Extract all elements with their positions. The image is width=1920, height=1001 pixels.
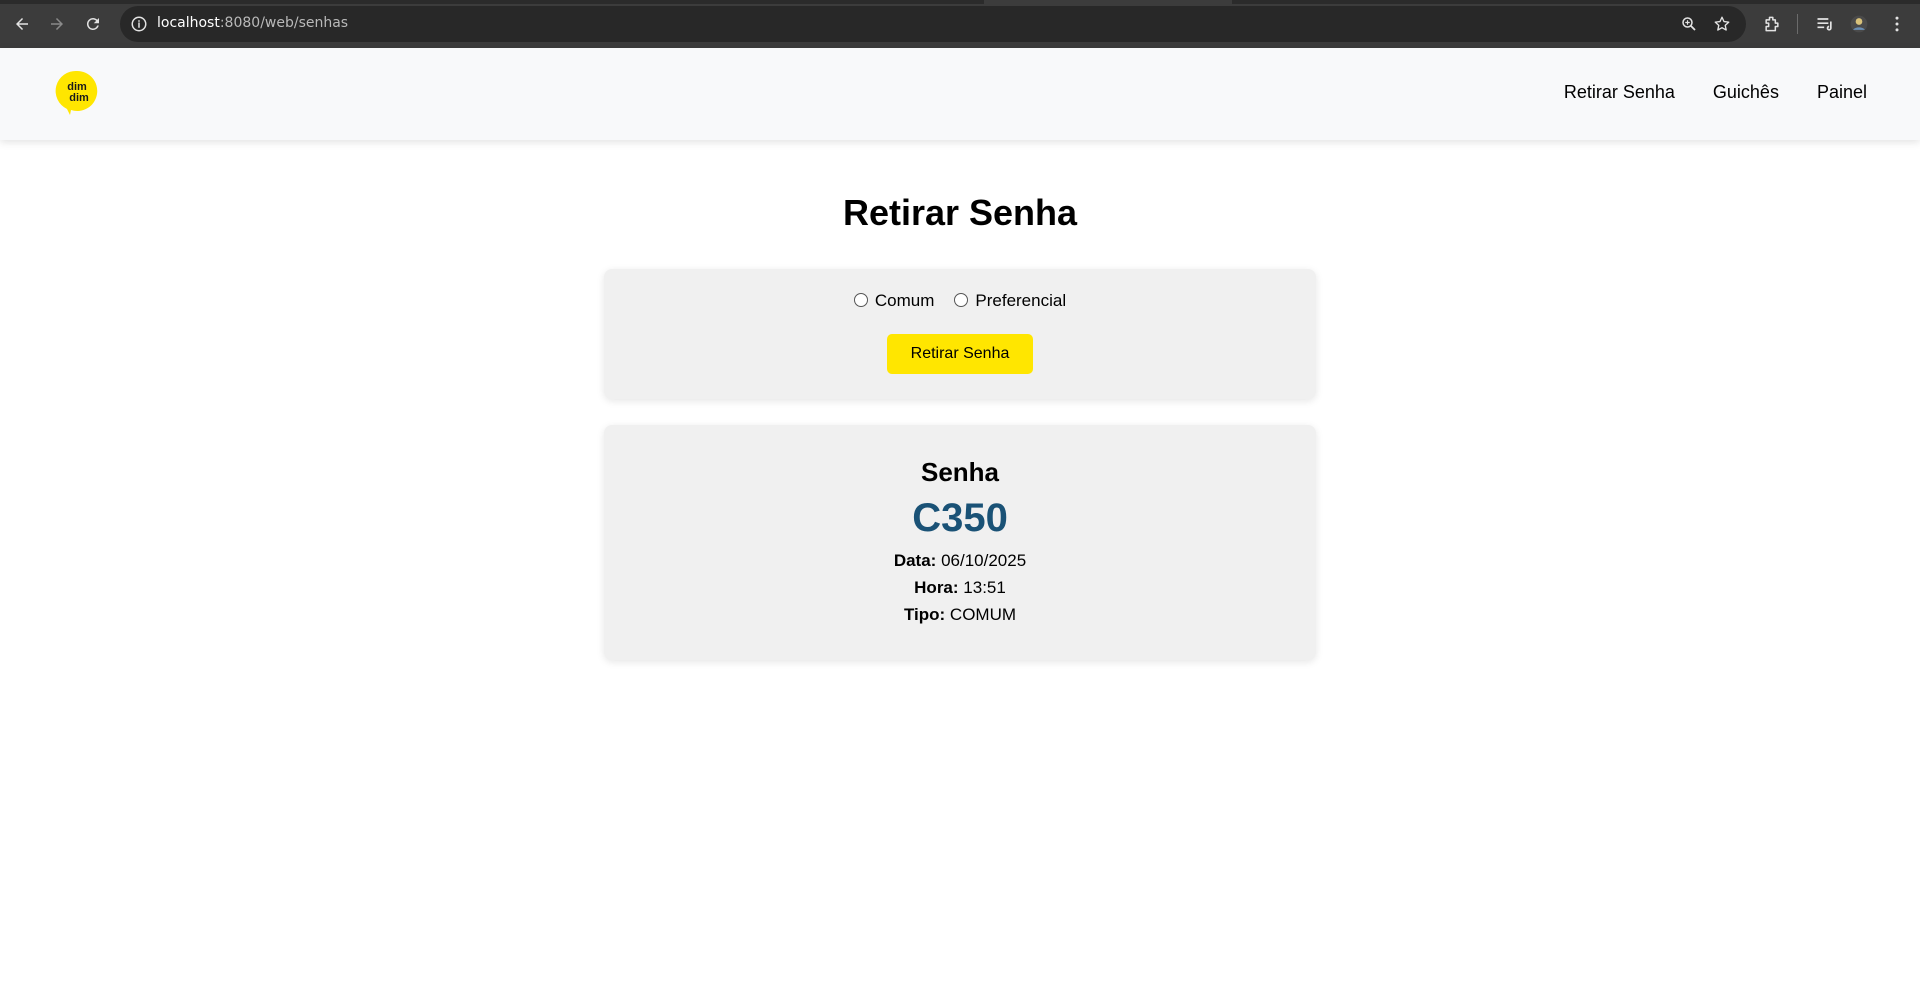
ticket-details: Data: 06/10/2025 Hora: 13:51 Tipo: COMUM: [604, 547, 1316, 628]
back-icon[interactable]: [10, 12, 34, 36]
toolbar-separator: [1797, 14, 1798, 34]
ticket-type-label: Tipo:: [903, 605, 946, 624]
url-text[interactable]: localhost:8080/web/senhas: [157, 15, 348, 31]
forward-icon[interactable]: [45, 12, 69, 36]
media-queue-icon[interactable]: [1815, 14, 1835, 34]
radio-label-comum: Comum: [874, 291, 935, 310]
ticket-date-row: Data: 06/10/2025: [604, 547, 1316, 574]
bookmark-star-icon[interactable]: [1713, 15, 1731, 33]
ticket-date-label: Data:: [893, 551, 937, 570]
reload-icon[interactable]: [81, 12, 105, 36]
ticket-type-row: Tipo: COMUM: [604, 601, 1316, 628]
ticket-result-card: Senha C350 Data: 06/10/2025 Hora: 13:51 …: [604, 425, 1316, 660]
site-info-icon[interactable]: [130, 15, 148, 33]
nav-link-guiches[interactable]: Guichês: [1713, 82, 1779, 103]
page-title: Retirar Senha: [842, 192, 1078, 233]
ticket-type-value: COMUM: [949, 605, 1017, 624]
nav-link-painel[interactable]: Painel: [1817, 82, 1867, 103]
profile-avatar-icon[interactable]: [1849, 14, 1869, 34]
ticket-time-label: Hora:: [914, 578, 959, 597]
radio-option-preferencial[interactable]: Preferencial: [954, 291, 1066, 311]
dimdim-logo[interactable]: dim dim: [55, 69, 99, 115]
main-nav: Retirar Senha Guichês Painel: [1564, 82, 1867, 103]
nav-link-retirar-senha[interactable]: Retirar Senha: [1564, 82, 1675, 103]
retirar-senha-button[interactable]: Retirar Senha: [887, 334, 1033, 374]
menu-icon[interactable]: [1887, 14, 1907, 34]
url-path: :8080/web/senhas: [219, 15, 349, 31]
ticket-date-value: 06/10/2025: [941, 551, 1027, 570]
extensions-icon[interactable]: [1762, 14, 1782, 34]
tab-strip: [0, 0, 1920, 4]
radio-option-comum[interactable]: Comum: [853, 291, 935, 311]
url-host: localhost: [157, 15, 220, 31]
browser-toolbar: localhost:8080/web/senhas: [0, 0, 1920, 48]
radio-comum[interactable]: [853, 293, 868, 307]
logo-text-bottom: dim: [69, 92, 89, 104]
ticket-form-card: Comum Preferencial Retirar Senha: [604, 269, 1316, 399]
ticket-time-row: Hora: 13:51: [604, 574, 1316, 601]
ticket-type-options: Comum Preferencial: [604, 291, 1316, 311]
radio-label-preferencial: Preferencial: [975, 291, 1067, 310]
ticket-heading: Senha: [920, 457, 1000, 487]
site-header: dim dim Retirar Senha Guichês Painel: [0, 48, 1920, 140]
ticket-code: C350: [912, 496, 1008, 540]
active-tab-edge[interactable]: [984, 0, 1232, 4]
ticket-time-value: 13:51: [963, 578, 1006, 597]
address-bar[interactable]: localhost:8080/web/senhas: [120, 6, 1746, 42]
radio-preferencial[interactable]: [954, 293, 969, 307]
zoom-icon[interactable]: [1680, 15, 1698, 33]
